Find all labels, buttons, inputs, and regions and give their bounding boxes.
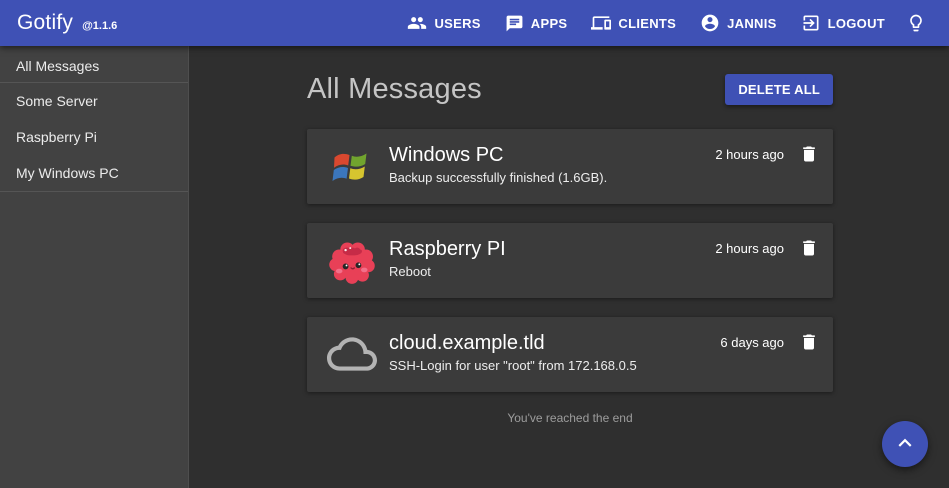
message-title: Raspberry PI: [389, 237, 506, 262]
logout-icon: [801, 13, 821, 33]
sidebar-item-raspberry-pi[interactable]: Raspberry Pi: [0, 119, 188, 155]
message-timestamp: 2 hours ago: [715, 147, 784, 162]
account-circle-icon: [700, 13, 720, 33]
message-body: Windows PC Backup successfully finished …: [389, 141, 607, 185]
nav-clients-button[interactable]: CLIENTS: [579, 5, 688, 41]
delete-message-button[interactable]: [797, 235, 821, 263]
message-text: Reboot: [389, 264, 506, 279]
raspberry-icon: [323, 235, 381, 285]
sidebar-item-my-windows-pc[interactable]: My Windows PC: [0, 155, 188, 191]
message-card: Windows PC Backup successfully finished …: [307, 129, 833, 204]
cloud-icon: [323, 329, 381, 379]
nav-logout-label: LOGOUT: [828, 16, 885, 31]
trash-icon: [799, 246, 819, 261]
nav-apps-button[interactable]: APPS: [493, 6, 580, 41]
brand: Gotify @1.1.6: [17, 11, 117, 35]
chevron-up-icon: [892, 430, 918, 459]
scroll-to-top-button[interactable]: [882, 421, 928, 467]
theme-toggle-button[interactable]: [897, 5, 935, 41]
app-header: Gotify @1.1.6 USERS APPS CLIENTS JANNIS …: [0, 0, 949, 46]
nav-users-button[interactable]: USERS: [395, 5, 492, 41]
main-content: All Messages DELETE ALL Windows PC Backu…: [189, 46, 949, 488]
message-meta: 2 hours ago: [715, 235, 821, 263]
message-text: Backup successfully finished (1.6GB).: [389, 170, 607, 185]
lightbulb-icon: [906, 13, 926, 33]
nav-apps-label: APPS: [531, 16, 568, 31]
trash-icon: [799, 340, 819, 355]
message-card: cloud.example.tld SSH-Login for user "ro…: [307, 317, 833, 392]
messages-column: All Messages DELETE ALL Windows PC Backu…: [307, 73, 833, 425]
content-header: All Messages DELETE ALL: [307, 73, 833, 106]
message-text: SSH-Login for user "root" from 172.168.0…: [389, 358, 637, 373]
page-title: All Messages: [307, 73, 482, 106]
message-title: Windows PC: [389, 143, 607, 168]
brand-version: @1.1.6: [82, 20, 117, 32]
message-body: cloud.example.tld SSH-Login for user "ro…: [389, 329, 637, 373]
nav-clients-label: CLIENTS: [618, 16, 676, 31]
delete-message-button[interactable]: [797, 141, 821, 169]
sidebar-server-list: Some Server Raspberry Pi My Windows PC: [0, 83, 188, 191]
header-nav: USERS APPS CLIENTS JANNIS LOGOUT: [395, 5, 935, 41]
brand-name: Gotify: [17, 11, 73, 35]
users-icon: [407, 13, 427, 33]
message-body: Raspberry PI Reboot: [389, 235, 506, 279]
sidebar-divider: [0, 191, 188, 192]
nav-user-label: JANNIS: [727, 16, 776, 31]
message-card: Raspberry PI Reboot 2 hours ago: [307, 223, 833, 298]
sidebar: All Messages Some Server Raspberry Pi My…: [0, 46, 189, 488]
end-of-list-text: You've reached the end: [307, 411, 833, 425]
sidebar-item-some-server[interactable]: Some Server: [0, 83, 188, 119]
nav-users-label: USERS: [434, 16, 480, 31]
windows-logo-icon: [323, 141, 381, 191]
message-title: cloud.example.tld: [389, 331, 637, 356]
trash-icon: [799, 152, 819, 167]
message-meta: 2 hours ago: [715, 141, 821, 169]
message-meta: 6 days ago: [720, 329, 821, 357]
nav-logout-button[interactable]: LOGOUT: [789, 5, 897, 41]
delete-all-button[interactable]: DELETE ALL: [725, 74, 833, 105]
sidebar-item-all-messages[interactable]: All Messages: [0, 48, 188, 82]
message-timestamp: 2 hours ago: [715, 241, 784, 256]
chat-icon: [505, 14, 524, 33]
nav-user-account-button[interactable]: JANNIS: [688, 5, 788, 41]
page-body: All Messages Some Server Raspberry Pi My…: [0, 46, 949, 488]
message-timestamp: 6 days ago: [720, 335, 784, 350]
devices-icon: [591, 13, 611, 33]
delete-message-button[interactable]: [797, 329, 821, 357]
